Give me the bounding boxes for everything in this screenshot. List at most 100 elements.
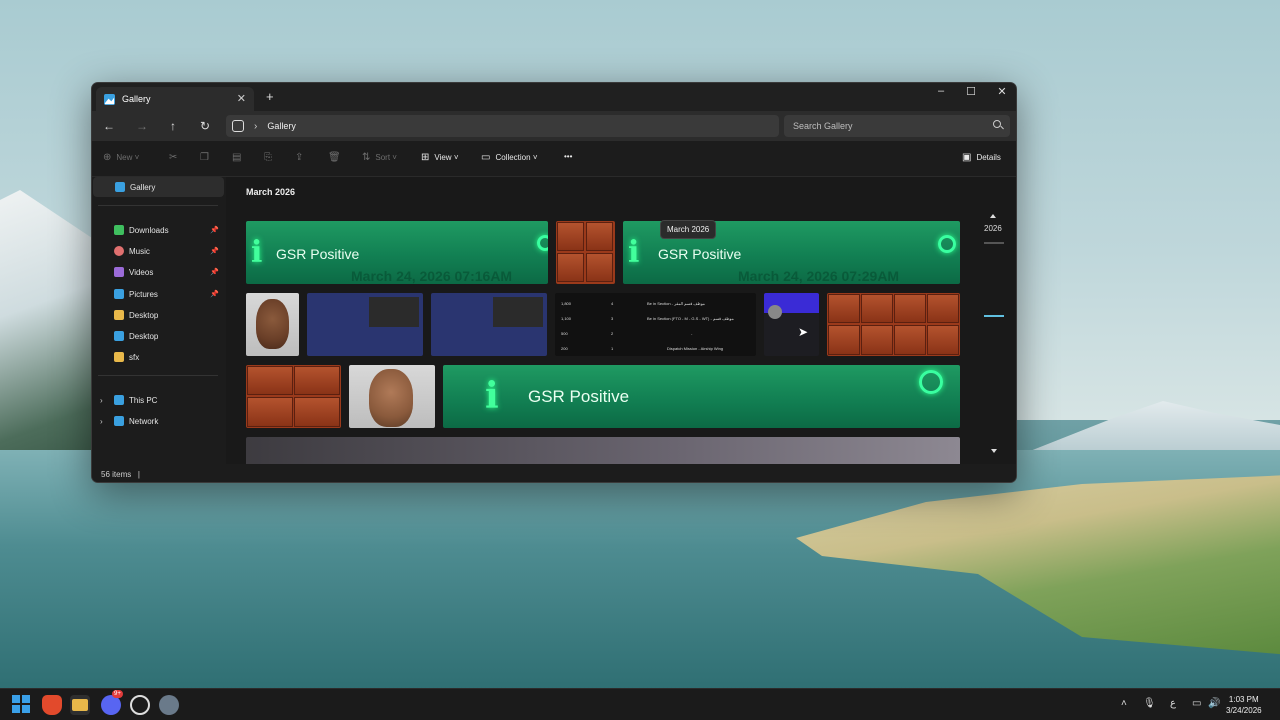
chevron-right-icon[interactable]: › [254,121,257,132]
details-label: Details [976,153,1001,162]
delete-button[interactable]: 🗑 [328,152,346,163]
sidebar-item-videos[interactable]: Videos 📌 [92,262,223,282]
inventory-slot [894,294,926,323]
gallery-thumbnail[interactable]: 1,800 4 Be in Section - ﻣﻮﻇﻒ ﻗﺴﻢ ﺍﻟﻤﻘﺮ 1… [555,293,756,356]
chevron-right-icon[interactable]: › [100,396,103,405]
item-count: 56 items [101,470,132,479]
new-tab-button[interactable]: + [266,89,274,104]
chevron-right-icon[interactable]: › [100,417,103,426]
microphone-icon[interactable]: 🎙 [1143,698,1156,709]
forward-arrow-icon[interactable]: → [133,118,151,134]
table-cell: 500 [561,331,568,336]
gallery-icon [115,182,125,192]
inventory-slot [247,397,293,427]
cut-button[interactable]: ✂ [169,152,182,163]
volume-icon[interactable]: 🔊 [1208,698,1220,709]
info-icon: i [628,235,640,270]
more-options-button[interactable]: ••• [564,152,572,161]
gallery-thumbnail[interactable] [307,293,423,356]
pin-icon[interactable]: 📌 [210,290,219,298]
gallery-thumbnail[interactable] [349,365,435,428]
loading-ring-icon [938,235,956,253]
paste-button[interactable]: ▤ [232,152,246,163]
sidebar-item-label: sfx [129,352,140,362]
sidebar-item-desktop[interactable]: Desktop [92,326,223,346]
gallery-thumbnail[interactable]: i GSR Positive [443,365,960,428]
sidebar-item-downloads[interactable]: Downloads 📌 [92,220,223,240]
sidebar-item-gallery[interactable]: Gallery [93,177,224,197]
trash-icon: 🗑 [328,152,341,163]
copy-icon: ❐ [200,152,209,163]
sidebar-item-network[interactable]: › Network [92,411,223,431]
thumbnail-caption: GSR Positive [658,246,742,262]
folder-icon [72,699,88,711]
gallery-thumbnail[interactable] [556,221,615,284]
screenshot-panel [369,297,419,327]
sidebar-item-sfx[interactable]: sfx [92,347,223,367]
app-icon[interactable] [130,695,150,715]
details-button[interactable]: ▣ Details [962,152,1001,163]
gallery-thumbnail[interactable] [246,437,960,464]
sort-button[interactable]: ⇅ Sort ˅ [362,152,397,163]
gallery-icon [104,93,115,105]
pin-icon[interactable]: 📌 [210,247,219,255]
share-button[interactable]: ⇪ [295,152,308,163]
scroll-up-icon[interactable] [990,214,996,218]
sidebar-item-desktop-folder[interactable]: Desktop [92,305,223,325]
mouse-cursor-icon: ➤ [798,325,809,339]
sidebar-item-music[interactable]: Music 📌 [92,241,223,261]
new-button[interactable]: ⊕ New ˅ [103,152,139,163]
gallery-thumbnail[interactable] [431,293,547,356]
gallery-thumbnail[interactable] [827,293,960,356]
timeline-year[interactable]: 2026 [984,224,1002,233]
network-status-icon[interactable]: ▭ [1192,698,1201,709]
address-input[interactable]: › Gallery [226,115,779,137]
copy-button[interactable]: ❐ [200,152,214,163]
start-button[interactable] [12,695,32,715]
gallery-thumbnail[interactable] [246,293,299,356]
gallery-thumbnail[interactable] [246,365,341,428]
rename-button[interactable]: ⎘ [264,152,277,163]
plus-circle-icon: ⊕ [103,152,112,163]
maximize-button[interactable]: ☐ [956,85,986,98]
inventory-slot [861,325,893,355]
thumbnail-timestamp: March 24, 2026 07:29AM [738,268,900,284]
brave-browser-icon[interactable] [42,695,62,715]
up-arrow-icon[interactable]: ↑ [164,118,182,134]
discord-icon[interactable]: 9+ [101,690,123,715]
file-explorer-taskbar-button[interactable] [70,695,90,715]
gallery-thumbnail[interactable]: ➤ [764,293,819,356]
inventory-slot [894,325,926,355]
language-indicator[interactable]: ع [1170,698,1176,709]
back-arrow-icon[interactable]: ← [100,118,118,134]
pin-icon[interactable]: 📌 [210,226,219,234]
table-cell: Be in Section - ﻣﻮﻇﻒ ﻗﺴﻢ ﺍﻟﻤﻘﺮ [647,301,705,306]
scroll-down-icon[interactable] [991,449,997,453]
settings-gear-icon[interactable] [159,695,179,715]
tab-gallery[interactable]: Gallery ✕ [96,87,254,111]
windows-logo-icon [12,695,30,713]
inventory-slot [586,222,613,251]
pin-icon[interactable]: 📌 [210,268,219,276]
gallery-thumbnail[interactable]: i GSR Positive March 24, 2026 07:16AM [246,221,548,284]
sidebar-item-pictures[interactable]: Pictures 📌 [92,284,223,304]
close-window-button[interactable]: ✕ [987,85,1016,98]
refresh-icon[interactable]: ↻ [196,118,214,134]
sidebar-item-label: Videos [129,267,154,277]
close-tab-icon[interactable]: ✕ [237,92,246,105]
timeline-position-indicator[interactable] [984,315,1004,317]
chevron-up-icon[interactable]: ˄ [1121,698,1127,709]
breadcrumb-gallery[interactable]: Gallery [267,121,296,131]
search-input[interactable]: Search Gallery [784,115,1010,137]
sidebar-item-label: Music [129,246,150,256]
more-icon: ••• [564,152,573,161]
share-icon: ⇪ [295,152,304,163]
collection-button[interactable]: ▭ Collection ˅ [481,152,538,163]
minimize-button[interactable]: – [926,85,956,97]
view-button[interactable]: ⊞ View ˅ [421,152,459,163]
system-clock[interactable]: 1:03 PM 3/24/2026 [1226,694,1262,716]
desktop-icon [114,331,124,341]
sidebar-item-this-pc[interactable]: › This PC [92,390,223,410]
navigation-pane: Gallery Downloads 📌 Music 📌 Videos 📌 Pic… [92,177,226,464]
avatar [768,305,782,319]
